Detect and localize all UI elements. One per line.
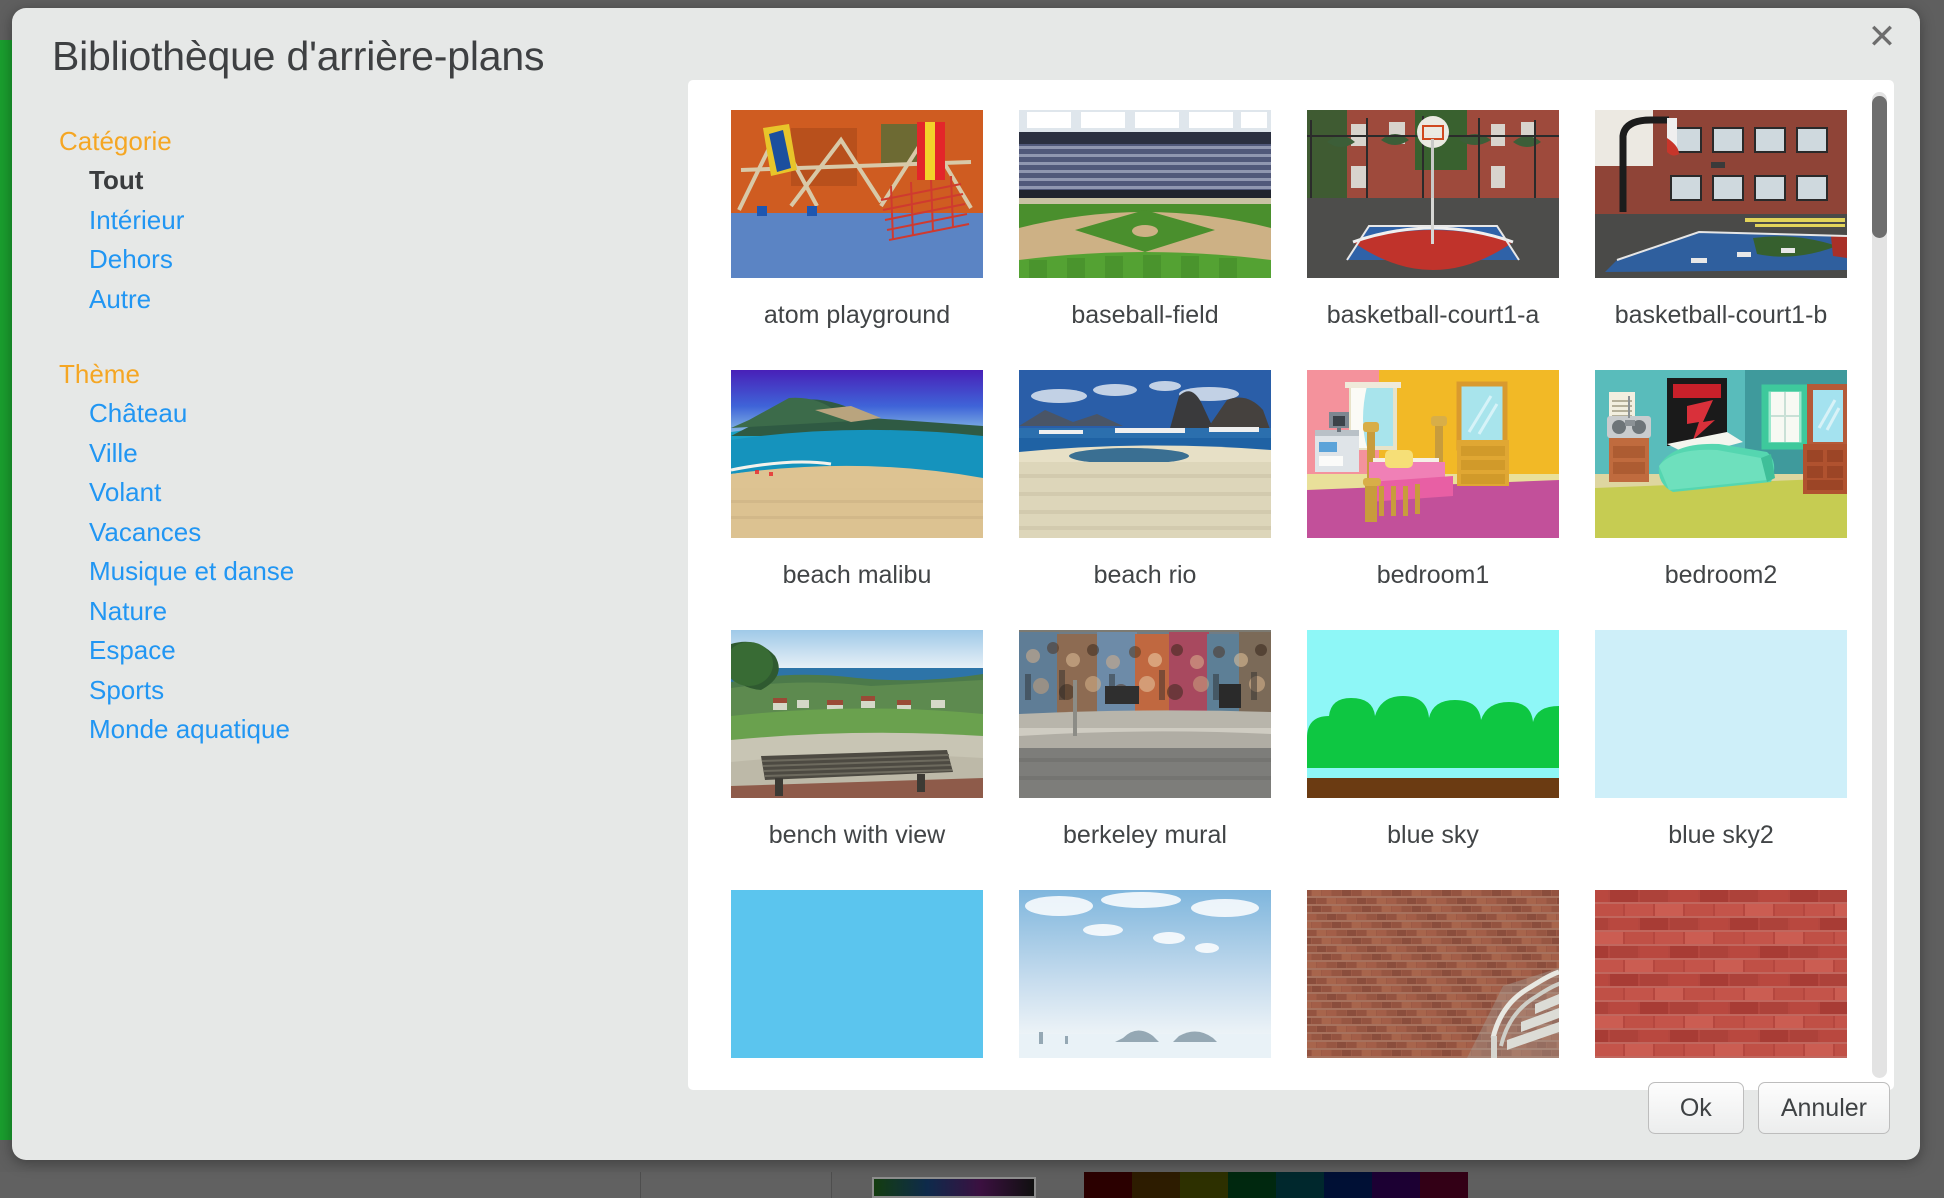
backdrop-swatch-0 [1084,1172,1132,1198]
background-caption: beach malibu [782,561,932,589]
background-thumbnail-beach-malibu[interactable] [731,370,983,538]
background-caption: baseball-field [1071,301,1219,329]
background-thumbnail-sky-clouds[interactable] [1019,890,1271,1058]
theme-item-1[interactable]: Ville [89,434,616,474]
backdrop-tool-strip [0,1172,641,1198]
background-thumbnail-atom-playground[interactable] [731,110,983,278]
background-caption: basketball-court1-b [1614,301,1828,329]
background-gallery-panel: atom playground baseball-field basketbal… [688,80,1894,1090]
background-caption: bedroom2 [1664,561,1778,589]
background-thumbnail-beach-rio[interactable] [1019,370,1271,538]
background-thumbnail-bedroom1[interactable] [1307,370,1559,538]
background-thumbnail-blue-sky[interactable] [1307,630,1559,798]
ok-button[interactable]: Ok [1647,1082,1744,1134]
background-tile[interactable] [713,890,1001,1090]
backdrop-gradient-bar [872,1177,1036,1198]
background-caption: blue sky [1387,821,1479,849]
background-caption: beach rio [1093,561,1197,589]
background-thumbnail-bedroom2[interactable] [1595,370,1847,538]
category-item-2[interactable]: Dehors [89,240,616,280]
category-item-3[interactable]: Autre [89,280,616,320]
background-tile[interactable]: bench with view [713,630,1001,890]
theme-item-6[interactable]: Espace [89,631,616,671]
background-thumbnail-bench-with-view[interactable] [731,630,983,798]
theme-item-7[interactable]: Sports [89,671,616,711]
theme-item-5[interactable]: Nature [89,592,616,632]
category-item-1[interactable]: Intérieur [89,201,616,241]
category-item-0[interactable]: Tout [89,161,616,201]
background-thumbnail-blue-sky2[interactable] [1595,630,1847,798]
background-tile[interactable]: baseball-field [1001,110,1289,370]
background-tile[interactable]: basketball-court1-a [1289,110,1577,370]
theme-item-2[interactable]: Volant [89,473,616,513]
background-library-dialog: Bibliothèque d'arrière-plans ✕ Catégorie… [12,8,1920,1160]
backdrop-swatch-4 [1276,1172,1324,1198]
backdrop-swatch-6 [1372,1172,1420,1198]
category-heading: Catégorie [59,126,172,156]
gallery-scrollbar-track[interactable] [1872,92,1887,1078]
backdrop-tool-strip-2 [641,1172,832,1198]
background-thumbnail-blue-solid[interactable] [731,890,983,1058]
background-tile[interactable]: bedroom1 [1289,370,1577,630]
backdrop-paint-toolbar [0,1166,1944,1198]
background-thumbnail-basketball-court-a[interactable] [1307,110,1559,278]
backdrop-color-swatches [1084,1172,1468,1198]
background-tile[interactable]: bedroom2 [1577,370,1865,630]
theme-heading: Thème [59,359,140,389]
filter-sidebar: Catégorie Tout Intérieur Dehors Autre Thème… [56,126,616,750]
backdrop-swatch-2 [1180,1172,1228,1198]
background-thumbnail-baseball-field[interactable] [1019,110,1271,278]
background-tile[interactable] [1289,890,1577,1090]
background-tile[interactable]: beach rio [1001,370,1289,630]
theme-item-4[interactable]: Musique et danse [89,552,616,592]
background-tile[interactable]: beach malibu [713,370,1001,630]
background-tile[interactable]: basketball-court1-b [1577,110,1865,370]
background-caption: bench with view [768,821,946,849]
background-caption: atom playground [763,301,951,329]
background-tile[interactable]: berkeley mural [1001,630,1289,890]
category-list: Tout Intérieur Dehors Autre [56,161,616,319]
backdrop-swatch-1 [1132,1172,1180,1198]
background-tile[interactable]: blue sky2 [1577,630,1865,890]
background-tile[interactable]: blue sky [1289,630,1577,890]
background-thumbnail-brick-wall-red[interactable] [1595,890,1847,1058]
theme-item-3[interactable]: Vacances [89,513,616,553]
backdrop-swatch-3 [1228,1172,1276,1198]
background-tile[interactable] [1577,890,1865,1090]
dialog-title: Bibliothèque d'arrière-plans [52,33,545,79]
cancel-button[interactable]: Annuler [1757,1082,1890,1134]
background-tile[interactable]: atom playground [713,110,1001,370]
background-caption: blue sky2 [1668,821,1774,849]
background-caption: bedroom1 [1376,561,1490,589]
theme-list: Château Ville Volant Vacances Musique et dan… [56,394,616,750]
background-caption: berkeley mural [1063,821,1227,849]
backdrop-swatch-7 [1420,1172,1468,1198]
close-icon[interactable]: ✕ [1862,18,1902,58]
gallery-scrollbar-thumb[interactable] [1872,96,1887,238]
background-tile[interactable] [1001,890,1289,1090]
dialog-footer: Ok Annuler [1647,1082,1890,1134]
background-caption: basketball-court1-a [1326,301,1540,329]
theme-item-8[interactable]: Monde aquatique [89,710,616,750]
background-thumbnail-brick-wall-stairs[interactable] [1307,890,1559,1058]
backdrop-swatch-5 [1324,1172,1372,1198]
background-grid: atom playground baseball-field basketbal… [688,80,1868,1090]
background-thumbnail-berkeley-mural[interactable] [1019,630,1271,798]
background-thumbnail-basketball-court-b[interactable] [1595,110,1847,278]
theme-item-0[interactable]: Château [89,394,616,434]
